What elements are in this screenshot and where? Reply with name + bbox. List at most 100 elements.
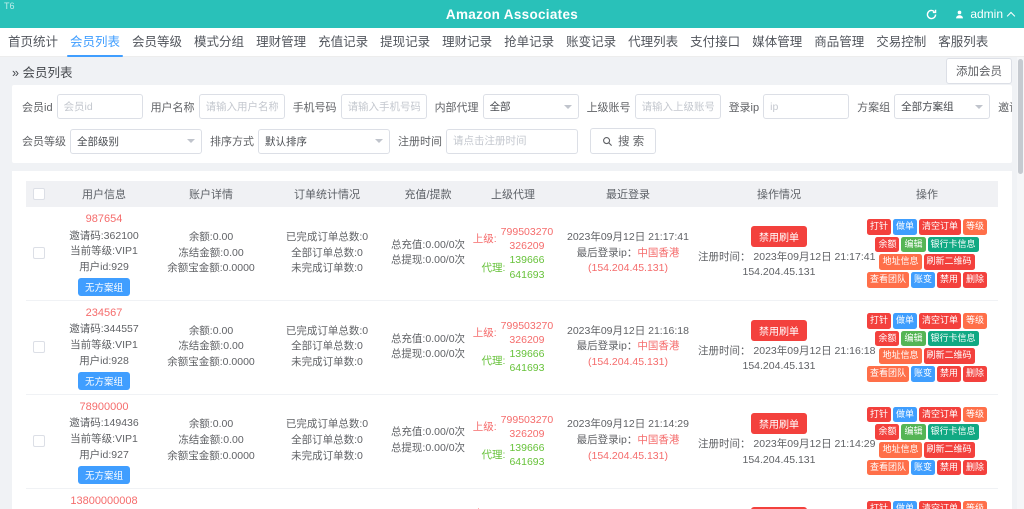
op-status-cell: 禁用刷单注册时间： 2023年09月12日 21:17:41154.204.45… <box>698 226 860 282</box>
action-button-刷新二维码[interactable]: 刷新二维码 <box>924 442 975 458</box>
action-button-清空订单[interactable]: 清空订单 <box>919 219 961 235</box>
action-button-做单[interactable]: 做单 <box>893 501 917 509</box>
filter-input[interactable] <box>763 94 849 119</box>
refresh-icon[interactable] <box>925 8 938 21</box>
action-button-清空订单[interactable]: 清空订单 <box>919 501 961 509</box>
filter-select[interactable]: 全部级别 <box>70 129 202 154</box>
action-button-余额[interactable]: 余额 <box>875 237 899 253</box>
action-button-做单[interactable]: 做单 <box>893 407 917 423</box>
row-checkbox[interactable] <box>33 341 45 353</box>
row-checkbox[interactable] <box>33 435 45 447</box>
scrollbar-thumb[interactable] <box>1018 59 1023 174</box>
nav-item-1[interactable]: 首页统计 <box>8 28 58 57</box>
action-button-银行卡信息[interactable]: 银行卡信息 <box>928 424 979 440</box>
action-button-编辑[interactable]: 编辑 <box>901 331 925 347</box>
action-button-删除[interactable]: 删除 <box>963 272 987 288</box>
action-button-余额[interactable]: 余额 <box>875 424 899 440</box>
nav-item-10[interactable]: 账变记录 <box>566 28 616 57</box>
action-button-等级[interactable]: 等级 <box>963 219 987 235</box>
action-button-做单[interactable]: 做单 <box>893 313 917 329</box>
action-button-账变[interactable]: 账变 <box>911 460 935 476</box>
nav-item-11[interactable]: 代理列表 <box>628 28 678 57</box>
nav-item-5[interactable]: 理财管理 <box>256 28 306 57</box>
nav-item-2[interactable]: 会员列表 <box>70 28 120 57</box>
action-button-查看团队[interactable]: 查看团队 <box>867 460 909 476</box>
filter-select[interactable]: 全部方案组 <box>894 94 990 119</box>
user-name[interactable]: 13800000008 <box>52 493 156 509</box>
action-button-查看团队[interactable]: 查看团队 <box>867 272 909 288</box>
action-button-打针[interactable]: 打针 <box>867 313 891 329</box>
nav-item-14[interactable]: 商品管理 <box>814 28 864 57</box>
action-button-查看团队[interactable]: 查看团队 <box>867 366 909 382</box>
nav-item-6[interactable]: 充值记录 <box>318 28 368 57</box>
action-button-地址信息[interactable]: 地址信息 <box>879 348 921 364</box>
action-button-等级[interactable]: 等级 <box>963 313 987 329</box>
action-button-地址信息[interactable]: 地址信息 <box>879 254 921 270</box>
filter-label: 上级账号 <box>587 99 631 115</box>
row-checkbox-cell <box>26 341 52 353</box>
nav-item-8[interactable]: 理财记录 <box>442 28 492 57</box>
disable-brush-badge[interactable]: 禁用刷单 <box>751 320 807 341</box>
nav-item-9[interactable]: 抢单记录 <box>504 28 554 57</box>
action-button-禁用[interactable]: 禁用 <box>937 272 961 288</box>
action-button-做单[interactable]: 做单 <box>893 219 917 235</box>
action-button-等级[interactable]: 等级 <box>963 501 987 509</box>
action-button-刷新二维码[interactable]: 刷新二维码 <box>924 254 975 270</box>
nav-item-15[interactable]: 交易控制 <box>876 28 926 57</box>
nav-item-7[interactable]: 提现记录 <box>380 28 430 57</box>
group-badge[interactable]: 无方案组 <box>78 278 130 296</box>
action-button-禁用[interactable]: 禁用 <box>937 366 961 382</box>
filter-select[interactable]: 默认排序 <box>258 129 390 154</box>
login-time: 2023年09月12日 21:14:29 <box>558 417 698 433</box>
action-button-删除[interactable]: 删除 <box>963 460 987 476</box>
action-button-编辑[interactable]: 编辑 <box>901 424 925 440</box>
user-info-cell: 13800000008邀请码:761593当前等级:VIP1用户id:926无方… <box>52 493 156 509</box>
nav-item-3[interactable]: 会员等级 <box>132 28 182 57</box>
search-button[interactable]: 搜 索 <box>590 128 656 154</box>
action-button-打针[interactable]: 打针 <box>867 219 891 235</box>
nav-item-16[interactable]: 客服列表 <box>938 28 988 57</box>
filter-input[interactable] <box>446 129 578 154</box>
group-badge[interactable]: 无方案组 <box>78 372 130 390</box>
vertical-scrollbar[interactable] <box>1017 57 1024 509</box>
action-button-刷新二维码[interactable]: 刷新二维码 <box>924 348 975 364</box>
action-button-删除[interactable]: 删除 <box>963 366 987 382</box>
nav-item-4[interactable]: 模式分组 <box>194 28 244 57</box>
disable-brush-badge[interactable]: 禁用刷单 <box>751 226 807 247</box>
disable-brush-badge[interactable]: 禁用刷单 <box>751 413 807 434</box>
user-menu[interactable]: admin <box>954 7 1014 21</box>
group-badge[interactable]: 无方案组 <box>78 466 130 484</box>
action-button-打针[interactable]: 打针 <box>867 501 891 509</box>
add-member-button[interactable]: 添加会员 <box>946 58 1012 84</box>
action-button-账变[interactable]: 账变 <box>911 272 935 288</box>
action-button-清空订单[interactable]: 清空订单 <box>919 407 961 423</box>
user-name[interactable]: 987654 <box>52 211 156 229</box>
nav-item-13[interactable]: 媒体管理 <box>752 28 802 57</box>
action-button-银行卡信息[interactable]: 银行卡信息 <box>928 237 979 253</box>
action-button-地址信息[interactable]: 地址信息 <box>879 442 921 458</box>
recharge-line: 总提现:0.00/0次 <box>388 441 468 457</box>
filter-row-2: 会员等级全部级别排序方式默认排序注册时间 搜 索 <box>22 128 1002 154</box>
filter-input[interactable] <box>57 94 143 119</box>
action-button-禁用[interactable]: 禁用 <box>937 460 961 476</box>
order-line: 全部订单总数:0 <box>266 339 388 355</box>
filter-input[interactable] <box>341 94 427 119</box>
filter-select[interactable]: 全部 <box>483 94 579 119</box>
action-button-账变[interactable]: 账变 <box>911 366 935 382</box>
action-button-清空订单[interactable]: 清空订单 <box>919 313 961 329</box>
user-name[interactable]: 234567 <box>52 305 156 323</box>
row-checkbox[interactable] <box>33 247 45 259</box>
action-button-打针[interactable]: 打针 <box>867 407 891 423</box>
action-button-等级[interactable]: 等级 <box>963 407 987 423</box>
nav-item-12[interactable]: 支付接口 <box>690 28 740 57</box>
register-time: 注册时间： 2023年09月12日 21:14:29 <box>698 437 860 453</box>
filter-input[interactable] <box>635 94 721 119</box>
filter-input[interactable] <box>199 94 285 119</box>
action-button-编辑[interactable]: 编辑 <box>901 237 925 253</box>
action-button-余额[interactable]: 余额 <box>875 331 899 347</box>
account-line: 余额宝金额:0.0000 <box>156 355 266 371</box>
user-name[interactable]: 78900000 <box>52 399 156 417</box>
action-button-银行卡信息[interactable]: 银行卡信息 <box>928 331 979 347</box>
select-all-checkbox[interactable] <box>33 188 45 200</box>
filter-label: 会员id <box>22 99 53 115</box>
